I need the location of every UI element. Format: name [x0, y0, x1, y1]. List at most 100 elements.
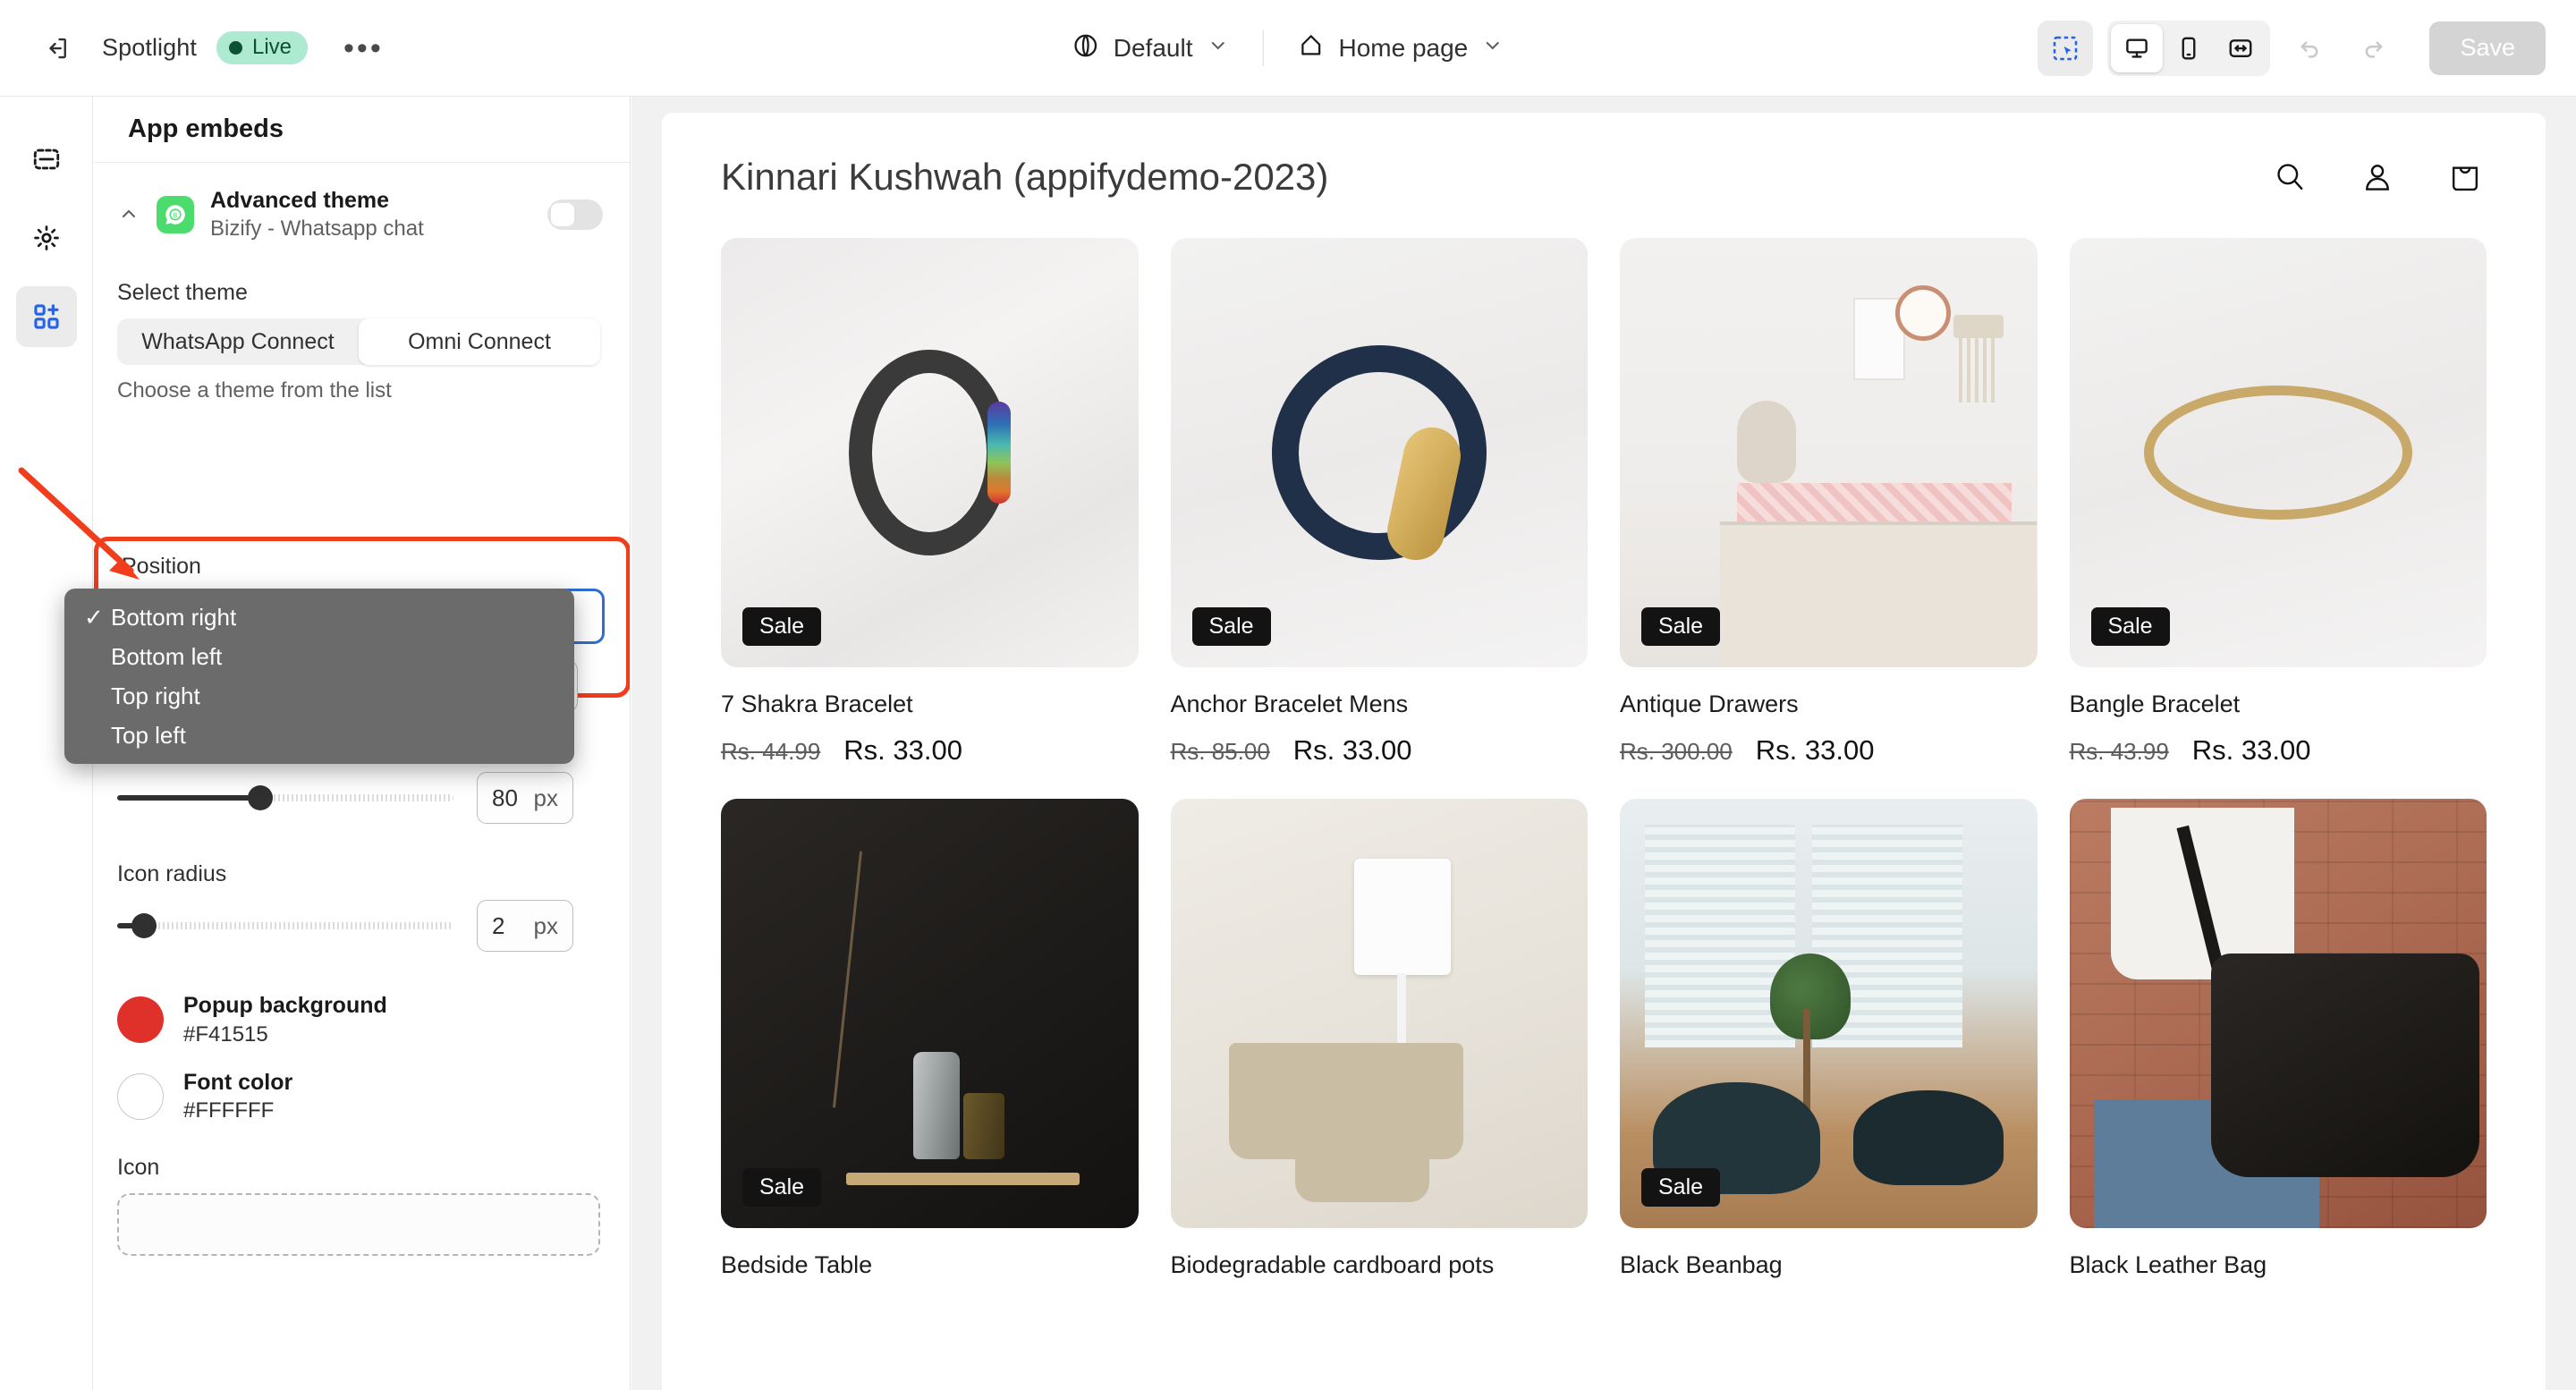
- bracelet-shape: [849, 350, 1012, 555]
- market-selector[interactable]: Default: [1053, 23, 1249, 72]
- price-sale: Rs. 33.00: [843, 734, 962, 766]
- product-prices: Rs. 43.99 Rs. 33.00: [2070, 734, 2487, 767]
- vertical-space-input[interactable]: 80 px: [477, 772, 573, 824]
- product-card[interactable]: Sale Black Beanbag: [1620, 799, 2038, 1279]
- app-embed-row[interactable]: B Advanced theme Bizify - Whatsapp chat: [94, 163, 630, 260]
- wall-hoop-shape: [1894, 284, 1951, 341]
- product-card[interactable]: Black Leather Bag: [2069, 799, 2487, 1279]
- position-dropdown-menu[interactable]: ✓ Bottom right Bottom left Top right Top…: [64, 589, 574, 764]
- globe-icon: [1072, 32, 1099, 64]
- app-embeds-icon[interactable]: [15, 286, 77, 347]
- icon-radius-slider-row: 2 px: [117, 900, 607, 952]
- product-name[interactable]: Bedside Table: [721, 1251, 1139, 1279]
- sidebar-body-lower: Vertical space 80 px Icon radius 2 px: [94, 714, 630, 1257]
- mobile-view-button[interactable]: [2163, 24, 2215, 72]
- exit-icon[interactable]: [32, 23, 82, 73]
- product-image[interactable]: [1170, 799, 1588, 1228]
- vertical-space-unit: px: [533, 784, 558, 811]
- app-embed-toggle[interactable]: [547, 199, 603, 230]
- cart-icon[interactable]: [2444, 156, 2487, 199]
- product-image[interactable]: Sale: [721, 799, 1139, 1228]
- icon-section-label: Icon: [117, 1155, 160, 1181]
- product-photo-bangle: [2069, 238, 2487, 667]
- product-card[interactable]: Sale Bedside Table: [721, 799, 1139, 1279]
- popup-background-swatch[interactable]: [117, 996, 164, 1043]
- select-theme-segmented-control[interactable]: WhatsApp Connect Omni Connect: [117, 318, 600, 366]
- vertical-space-slider[interactable]: [117, 782, 453, 814]
- dropdown-option-top-right[interactable]: Top right: [64, 676, 574, 716]
- save-button[interactable]: Save: [2429, 21, 2546, 75]
- product-card[interactable]: Sale Anchor Bracelet Mens Rs. 85.00 Rs. …: [1170, 238, 1589, 767]
- topbar-center-group: Default Home page: [1053, 23, 1523, 72]
- popup-background-label: Popup background: [183, 993, 387, 1018]
- select-tool-button[interactable]: [2038, 20, 2094, 76]
- product-image[interactable]: Sale: [721, 238, 1139, 667]
- sections-icon[interactable]: [16, 129, 77, 190]
- font-color-row[interactable]: Font color #FFFFFF: [117, 1068, 607, 1125]
- dresser-shape: [1719, 521, 2038, 667]
- icon-upload-dropzone[interactable]: [117, 1193, 600, 1257]
- icon-radius-slider[interactable]: [117, 910, 453, 942]
- product-card[interactable]: Sale 7 Shakra Bracelet Rs. 44.99 Rs. 33.…: [721, 238, 1139, 767]
- undo-button[interactable]: [2284, 23, 2334, 73]
- price-sale: Rs. 33.00: [1755, 734, 1875, 766]
- desktop-view-button[interactable]: [2111, 23, 2164, 72]
- topbar-right-group: Save: [2038, 20, 2546, 76]
- product-card[interactable]: Sale Antique Drawers Rs. 300.00 Rs. 33.0…: [1620, 238, 2038, 767]
- device-preview-group: [2107, 20, 2271, 76]
- chevron-up-icon[interactable]: [117, 204, 140, 225]
- product-name[interactable]: Black Beanbag: [1620, 1251, 2038, 1279]
- account-icon[interactable]: [2356, 156, 2399, 199]
- product-name[interactable]: 7 Shakra Bracelet: [721, 691, 1139, 718]
- price-original: Rs. 300.00: [1620, 738, 1733, 765]
- price-sale: Rs. 33.00: [2191, 734, 2311, 766]
- dropdown-option-bottom-left[interactable]: Bottom left: [64, 637, 574, 676]
- product-name[interactable]: Antique Drawers: [1620, 691, 2038, 718]
- product-image[interactable]: Sale: [1620, 799, 2038, 1228]
- settings-icon[interactable]: [16, 208, 77, 268]
- leather-bag-shape: [2211, 953, 2480, 1177]
- product-name[interactable]: Bangle Bracelet: [2070, 691, 2487, 718]
- dropdown-option-label: Top left: [111, 721, 186, 749]
- product-image[interactable]: Sale: [1170, 238, 1588, 667]
- product-name[interactable]: Biodegradable cardboard pots: [1171, 1251, 1589, 1279]
- popup-background-texts: Popup background #F41515: [183, 991, 387, 1048]
- divider: [1262, 30, 1264, 66]
- theme-option-whatsapp-connect[interactable]: WhatsApp Connect: [117, 318, 359, 365]
- slider-knob[interactable]: [248, 785, 273, 810]
- full-width-view-button[interactable]: [2215, 24, 2267, 72]
- changing-mat-shape: [1736, 482, 2012, 521]
- product-card[interactable]: Biodegradable cardboard pots: [1170, 799, 1589, 1279]
- dropdown-option-top-left[interactable]: Top left: [64, 716, 574, 755]
- storefront-header: Kinnari Kushwah (appifydemo-2023): [662, 113, 2546, 199]
- vertical-space-slider-row: 80 px: [117, 772, 607, 824]
- search-icon[interactable]: [2268, 156, 2311, 199]
- home-icon: [1297, 32, 1324, 64]
- product-name[interactable]: Black Leather Bag: [2070, 1251, 2487, 1279]
- product-card[interactable]: Sale Bangle Bracelet Rs. 43.99 Rs. 33.00: [2069, 238, 2487, 767]
- slider-knob[interactable]: [131, 913, 157, 938]
- product-image[interactable]: Sale: [1620, 238, 2038, 667]
- icon-radius-unit: px: [533, 911, 558, 939]
- dropdown-option-bottom-right[interactable]: ✓ Bottom right: [64, 598, 574, 637]
- product-image[interactable]: Sale: [2069, 238, 2487, 667]
- theme-option-omni-connect[interactable]: Omni Connect: [359, 318, 600, 366]
- page-selector[interactable]: Home page: [1277, 23, 1523, 72]
- dropdown-option-label: Bottom left: [111, 642, 223, 670]
- select-theme-helper: Choose a theme from the list: [117, 378, 392, 403]
- popup-background-color-row[interactable]: Popup background #F41515: [117, 991, 607, 1048]
- topbar-left-group: Spotlight Live •••: [0, 23, 393, 73]
- font-color-swatch[interactable]: [117, 1072, 164, 1120]
- icon-radius-input[interactable]: 2 px: [477, 900, 573, 952]
- font-color-label: Font color: [183, 1069, 293, 1095]
- status-badge-label: Live: [251, 35, 292, 59]
- price-sale: Rs. 33.00: [1292, 734, 1412, 766]
- product-image[interactable]: [2069, 799, 2487, 1228]
- app-embed-texts: Advanced theme Bizify - Whatsapp chat: [210, 186, 531, 242]
- more-options-button[interactable]: •••: [335, 33, 393, 64]
- pot-shape: [1295, 1086, 1430, 1203]
- redo-button[interactable]: [2349, 23, 2399, 73]
- product-name[interactable]: Anchor Bracelet Mens: [1171, 691, 1589, 718]
- plush-toy-shape: [1736, 400, 1796, 483]
- dried-branch-shape: [832, 851, 862, 1107]
